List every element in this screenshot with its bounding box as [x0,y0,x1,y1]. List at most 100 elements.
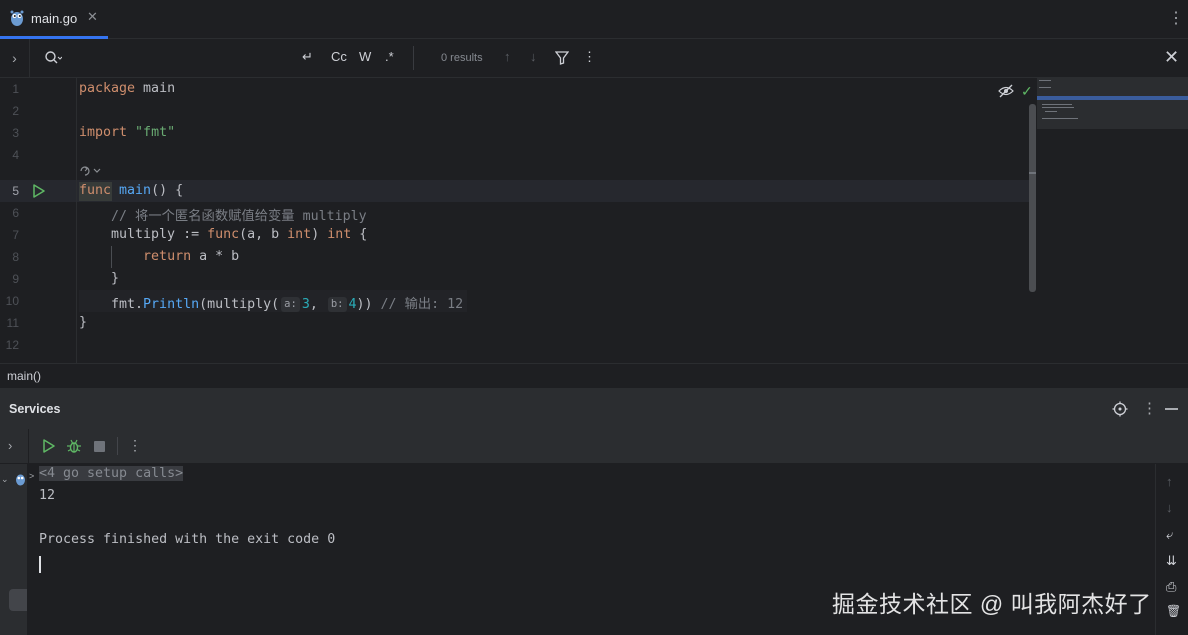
line-number: 3 [12,126,19,140]
breadcrumb-item[interactable]: main() [7,369,41,383]
generate-icon[interactable] [79,165,101,177]
console-line: <4 go setup calls> [39,466,184,481]
code-text: (a, b [239,227,288,242]
gopher-icon [16,474,25,486]
close-icon[interactable]: ✕ [1164,47,1179,68]
services-tree[interactable]: ⌄ [0,464,28,635]
tool-window-title: Services [9,402,61,416]
code-text: ) [311,227,328,242]
code-text: fmt. [79,297,144,312]
code-text: , [309,297,326,312]
expand-button[interactable]: › [8,438,12,453]
console-line: 12 [39,488,56,503]
up-arrow-icon[interactable]: ↑ [1166,474,1173,489]
soft-wrap-icon[interactable]: ⤶ [1166,527,1173,543]
keyword: func [207,227,240,242]
more-vertical-icon[interactable]: ⋮ [583,49,596,65]
tool-window-header: Services ⋮ [0,389,1188,429]
tab-title: main.go [31,11,78,26]
minimap-line [1045,111,1057,112]
keyword: int [327,227,352,242]
code-line: } [79,315,88,330]
match-case-button[interactable]: Cc [331,49,347,64]
code-text: multiply := [79,227,208,242]
filter-icon[interactable] [555,51,569,65]
search-input[interactable] [68,47,292,71]
code-line: return a * b [79,249,239,264]
previous-occurrence-button[interactable]: ↑ [504,49,511,64]
find-bar: › ↵ Cc W .* 0 results ↑ ↓ ⋮ ✕ [0,39,1188,78]
code-line: import "fmt" [79,125,175,140]
code-line: multiply := func(a, b int) int { [79,227,367,242]
trash-icon[interactable]: 🗑 [1166,604,1181,618]
code-text: a * b [191,249,240,264]
keyword: package [79,81,136,96]
reader-mode-icon[interactable] [998,84,1014,98]
debug-icon[interactable] [66,438,82,454]
tree-selection[interactable] [9,589,27,611]
line-number-gutter[interactable]: 1 2 3 4 5 6 7 8 9 10 11 12 [0,78,76,363]
code-text: { [351,227,368,242]
scroll-to-end-icon[interactable]: ⇊ [1166,553,1177,569]
line-number: 9 [12,272,19,286]
code-comment: // 输出: 12 [380,297,464,312]
breadcrumb[interactable]: main() [0,363,1188,388]
print-icon[interactable]: ⎙ [1166,579,1176,595]
tab-main-go[interactable]: main.go ✕ [0,0,108,39]
vertical-scrollbar[interactable] [1029,104,1036,292]
next-occurrence-button[interactable]: ↓ [530,49,537,64]
more-vertical-icon[interactable]: ⋮ [128,437,142,454]
parameter-hint: a: [281,297,300,312]
text-caret [39,556,41,573]
console-line: Process finished with the exit code 0 [39,532,336,547]
more-vertical-icon[interactable]: ⋮ [1168,8,1184,28]
chevron-down-icon[interactable]: ⌄ [1,474,9,485]
code-text: () { [151,183,184,198]
search-results-count: 0 results [441,52,483,64]
chevron-right-icon[interactable]: > [29,471,34,481]
line-number: 6 [12,206,19,220]
minimap-line [1039,80,1051,81]
code-line: } [79,271,120,286]
code-text: )) [356,297,381,312]
function-name: Println [143,297,200,312]
parameter-hint: b: [327,297,347,312]
run-icon[interactable] [32,184,46,198]
line-number: 8 [12,250,19,264]
divider [117,437,118,455]
minimap-line [1042,118,1078,119]
stop-icon[interactable] [94,441,105,452]
expand-replace-button[interactable]: › [0,39,30,77]
minimap-line [1042,104,1072,105]
minimap-line [1039,87,1051,88]
whole-word-button[interactable]: W [359,49,371,64]
divider [28,429,29,463]
close-icon[interactable]: ✕ [87,9,98,25]
keyword: return [143,249,192,264]
minimize-icon[interactable] [1165,408,1178,410]
down-arrow-icon[interactable]: ↓ [1166,500,1173,515]
line-number: 5 [12,184,19,198]
locate-icon[interactable] [1112,401,1128,417]
code-line: package main [79,81,175,96]
line-number: 12 [5,338,19,352]
line-number: 11 [6,316,19,330]
line-number: 7 [12,228,19,242]
search-icon[interactable] [44,50,62,66]
function-name: main [111,183,152,198]
line-number: 4 [12,148,19,162]
check-icon[interactable]: ✓ [1021,83,1033,100]
collapsed-setup-calls[interactable]: <4 go setup calls> [39,466,184,481]
number-literal: 3 [301,297,310,312]
minimap-current-line [1037,96,1188,100]
code-editor[interactable]: 1 2 3 4 5 6 7 8 9 10 11 12 package main … [0,78,1188,363]
gutter-divider [76,78,77,363]
more-vertical-icon[interactable]: ⋮ [1142,399,1157,417]
new-line-button[interactable]: ↵ [302,49,313,65]
run-icon[interactable] [42,439,56,453]
keyword: import [79,125,128,140]
minimap[interactable] [1037,78,1188,129]
services-toolbar: › ⋮ [0,429,1188,464]
console-side-toolbar: ↑ ↓ ⤶ ⇊ ⎙ 🗑 [1155,464,1188,635]
regex-button[interactable]: .* [385,49,394,64]
